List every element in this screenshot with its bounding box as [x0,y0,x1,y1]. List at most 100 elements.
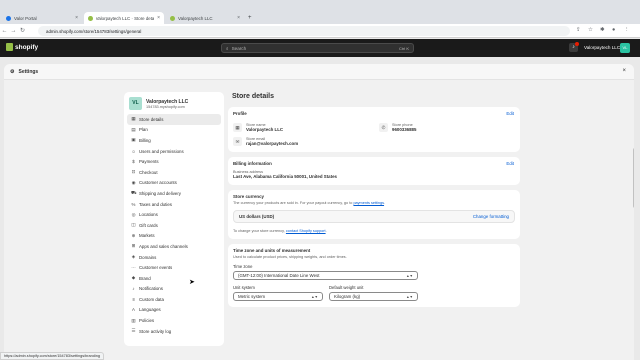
payments-settings-link[interactable]: payments settings [353,201,384,205]
sidebar-item-label: Brand [139,275,151,281]
sidebar-item-markets[interactable]: ⊕ Markets [127,231,221,242]
sidebar-item-brand[interactable]: ◆ Brand [127,273,221,284]
search-input[interactable]: ⌕ Search Ctrl K [221,43,414,53]
unit-system-select[interactable]: Metric system ▲▼ [233,292,323,301]
currency-box: US dollars (USD) Change formatting [233,210,515,223]
sidebar-item-policies[interactable]: ▥ Policies [127,315,221,326]
payments-icon: $ [132,159,135,165]
close-tab-icon[interactable]: × [75,15,78,21]
select-chevron-icon: ▲▼ [311,294,318,299]
sidebar-item-label: Taxes and duties [139,201,172,207]
sidebar-item-locations[interactable]: ◎ Locations [127,209,221,220]
truck-icon: ⛟ [131,189,137,195]
share-icon[interactable]: ⇪ [576,27,581,33]
policy-icon: ▥ [131,317,136,323]
sidebar-item-gift-cards[interactable]: ◫ Gift cards [127,220,221,231]
tab-store-details[interactable]: Valorpaytech LLC · Store details × [84,12,164,24]
sidebar-item-billing[interactable]: ▣ Billing [127,135,221,146]
store-name-field: ▦ Store name Valorpaytech LLC [233,123,379,132]
menu-icon[interactable]: ⋮ [624,27,630,33]
star-icon[interactable]: ☆ [588,27,593,33]
back-icon[interactable]: ← [0,28,9,34]
currency-note-text: To change your store currency, [233,229,286,233]
sidebar-item-customer-events[interactable]: ⋯ Customer events [127,262,221,273]
currency-desc-text: The currency your products are sold in. … [233,201,354,205]
change-formatting-button[interactable]: Change formatting [473,214,509,219]
close-tab-icon[interactable]: × [157,15,160,21]
sidebar-item-label: Customer events [139,265,173,271]
forward-icon[interactable]: → [9,28,18,34]
sidebar-item-store-details[interactable]: ▦ Store details [127,114,221,125]
timezone-select[interactable]: (GMT-12:00) International Date Line West… [233,271,418,280]
store-email-value: rajan@valorpaytech.com [246,141,299,146]
sidebar-item-customer-accounts[interactable]: ◉ Customer accounts [127,178,221,189]
sidebar-item-custom-data[interactable]: ≡ Custom data [127,294,221,305]
new-tab-button[interactable]: + [244,12,254,24]
weight-unit-select[interactable]: Kilogram (kg) ▲▼ [329,292,418,301]
gift-icon: ◫ [131,222,136,228]
sidebar-item-label: Domains [139,254,157,260]
billing-title: Billing information [233,161,272,166]
close-icon[interactable]: × [622,68,626,74]
sidebar-item-store-activity-log[interactable]: ☰ Store activity log [127,326,221,337]
profile-icon[interactable]: ● [612,27,615,33]
sidebar-item-apps-and-sales-channels[interactable]: ⊞ Apps and sales channels [127,241,221,252]
scrollbar[interactable] [633,148,634,208]
url-input[interactable]: admin.shopify.com/store/154783/settings/… [38,26,570,36]
data-icon: ≡ [132,296,135,302]
close-tab-icon[interactable]: × [237,15,240,21]
domain-icon: ◈ [131,254,136,260]
extensions-icon[interactable]: ✱ [600,27,605,33]
sidebar-item-label: Apps and sales channels [139,243,188,249]
sidebar-item-taxes-and-duties[interactable]: % Taxes and duties [127,199,221,210]
plan-icon: ▤ [131,126,136,132]
sidebar-item-notifications[interactable]: ♪ Notifications [127,284,221,295]
timezone-card: Time zone and units of measurement Used … [228,244,520,307]
language-icon: A [132,307,135,313]
email-icon: ✉ [233,137,242,146]
timezone-title: Time zone and units of measurement [233,248,311,253]
sidebar-item-payments[interactable]: $ Payments [127,156,221,167]
settings-modal: ⚙ Settings × VL Valorpaytech LLC 154783.… [4,64,634,360]
store-phone-value: 9600336885 [392,127,417,132]
sidebar-item-checkout[interactable]: ⊡ Checkout [127,167,221,178]
shopify-logo[interactable]: shopify [6,43,38,51]
brand-icon: ◆ [131,275,136,281]
tab-valor-portal[interactable]: Valor Portal × [2,12,82,24]
sidebar-item-languages[interactable]: A Languages [127,305,221,316]
sidebar-item-label: Customer accounts [139,180,177,186]
settings-header: ⚙ Settings × [4,64,634,80]
currency-value: US dollars (USD) [239,214,275,219]
timezone-desc: Used to calculate product prices, shippi… [233,255,347,259]
sidebar-item-label: Shipping and delivery [139,190,181,196]
store-details-main: Store details Profile Edit ▦ Store name V… [228,90,520,312]
reload-icon[interactable]: ↻ [18,27,27,34]
customer-icon: ◉ [131,179,136,185]
timezone-value: (GMT-12:00) International Date Line West [238,273,320,278]
sidebar-item-label: Users and permissions [139,148,184,154]
profile-edit-link[interactable]: Edit [506,111,514,116]
currency-note-end: . [325,229,327,233]
settings-title: Settings [18,68,39,75]
avatar[interactable]: VL [620,43,630,53]
sidebar-item-domains[interactable]: ◈ Domains [127,252,221,263]
select-chevron-icon: ▲▼ [406,273,413,278]
billing-edit-link[interactable]: Edit [506,161,514,166]
sidebar-item-users-and-permissions[interactable]: ☺ Users and permissions [127,146,221,157]
profile-title: Profile [233,111,247,116]
contact-support-link[interactable]: contact Shopify support [286,229,326,233]
valor-favicon-icon [6,15,11,21]
notification-dot [575,42,579,46]
sidebar-item-label: Billing [139,137,151,143]
bell-icon: ♪ [132,286,135,292]
tab-label: Valorpaytech LLC [178,15,213,21]
tab-valorpaytech[interactable]: Valorpaytech LLC × [166,12,244,24]
shopify-favicon-icon [170,15,175,21]
sidebar-item-shipping-and-delivery[interactable]: ⛟ Shipping and delivery [127,188,221,199]
sidebar-item-label: Checkout [139,169,158,175]
select-chevron-icon: ▲▼ [406,294,413,299]
sidebar-item-plan[interactable]: ▤ Plan [127,125,221,136]
store-menu-name[interactable]: Valorpaytech LLC [584,45,620,50]
checkout-icon: ⊡ [131,169,136,175]
log-icon: ☰ [131,328,136,334]
